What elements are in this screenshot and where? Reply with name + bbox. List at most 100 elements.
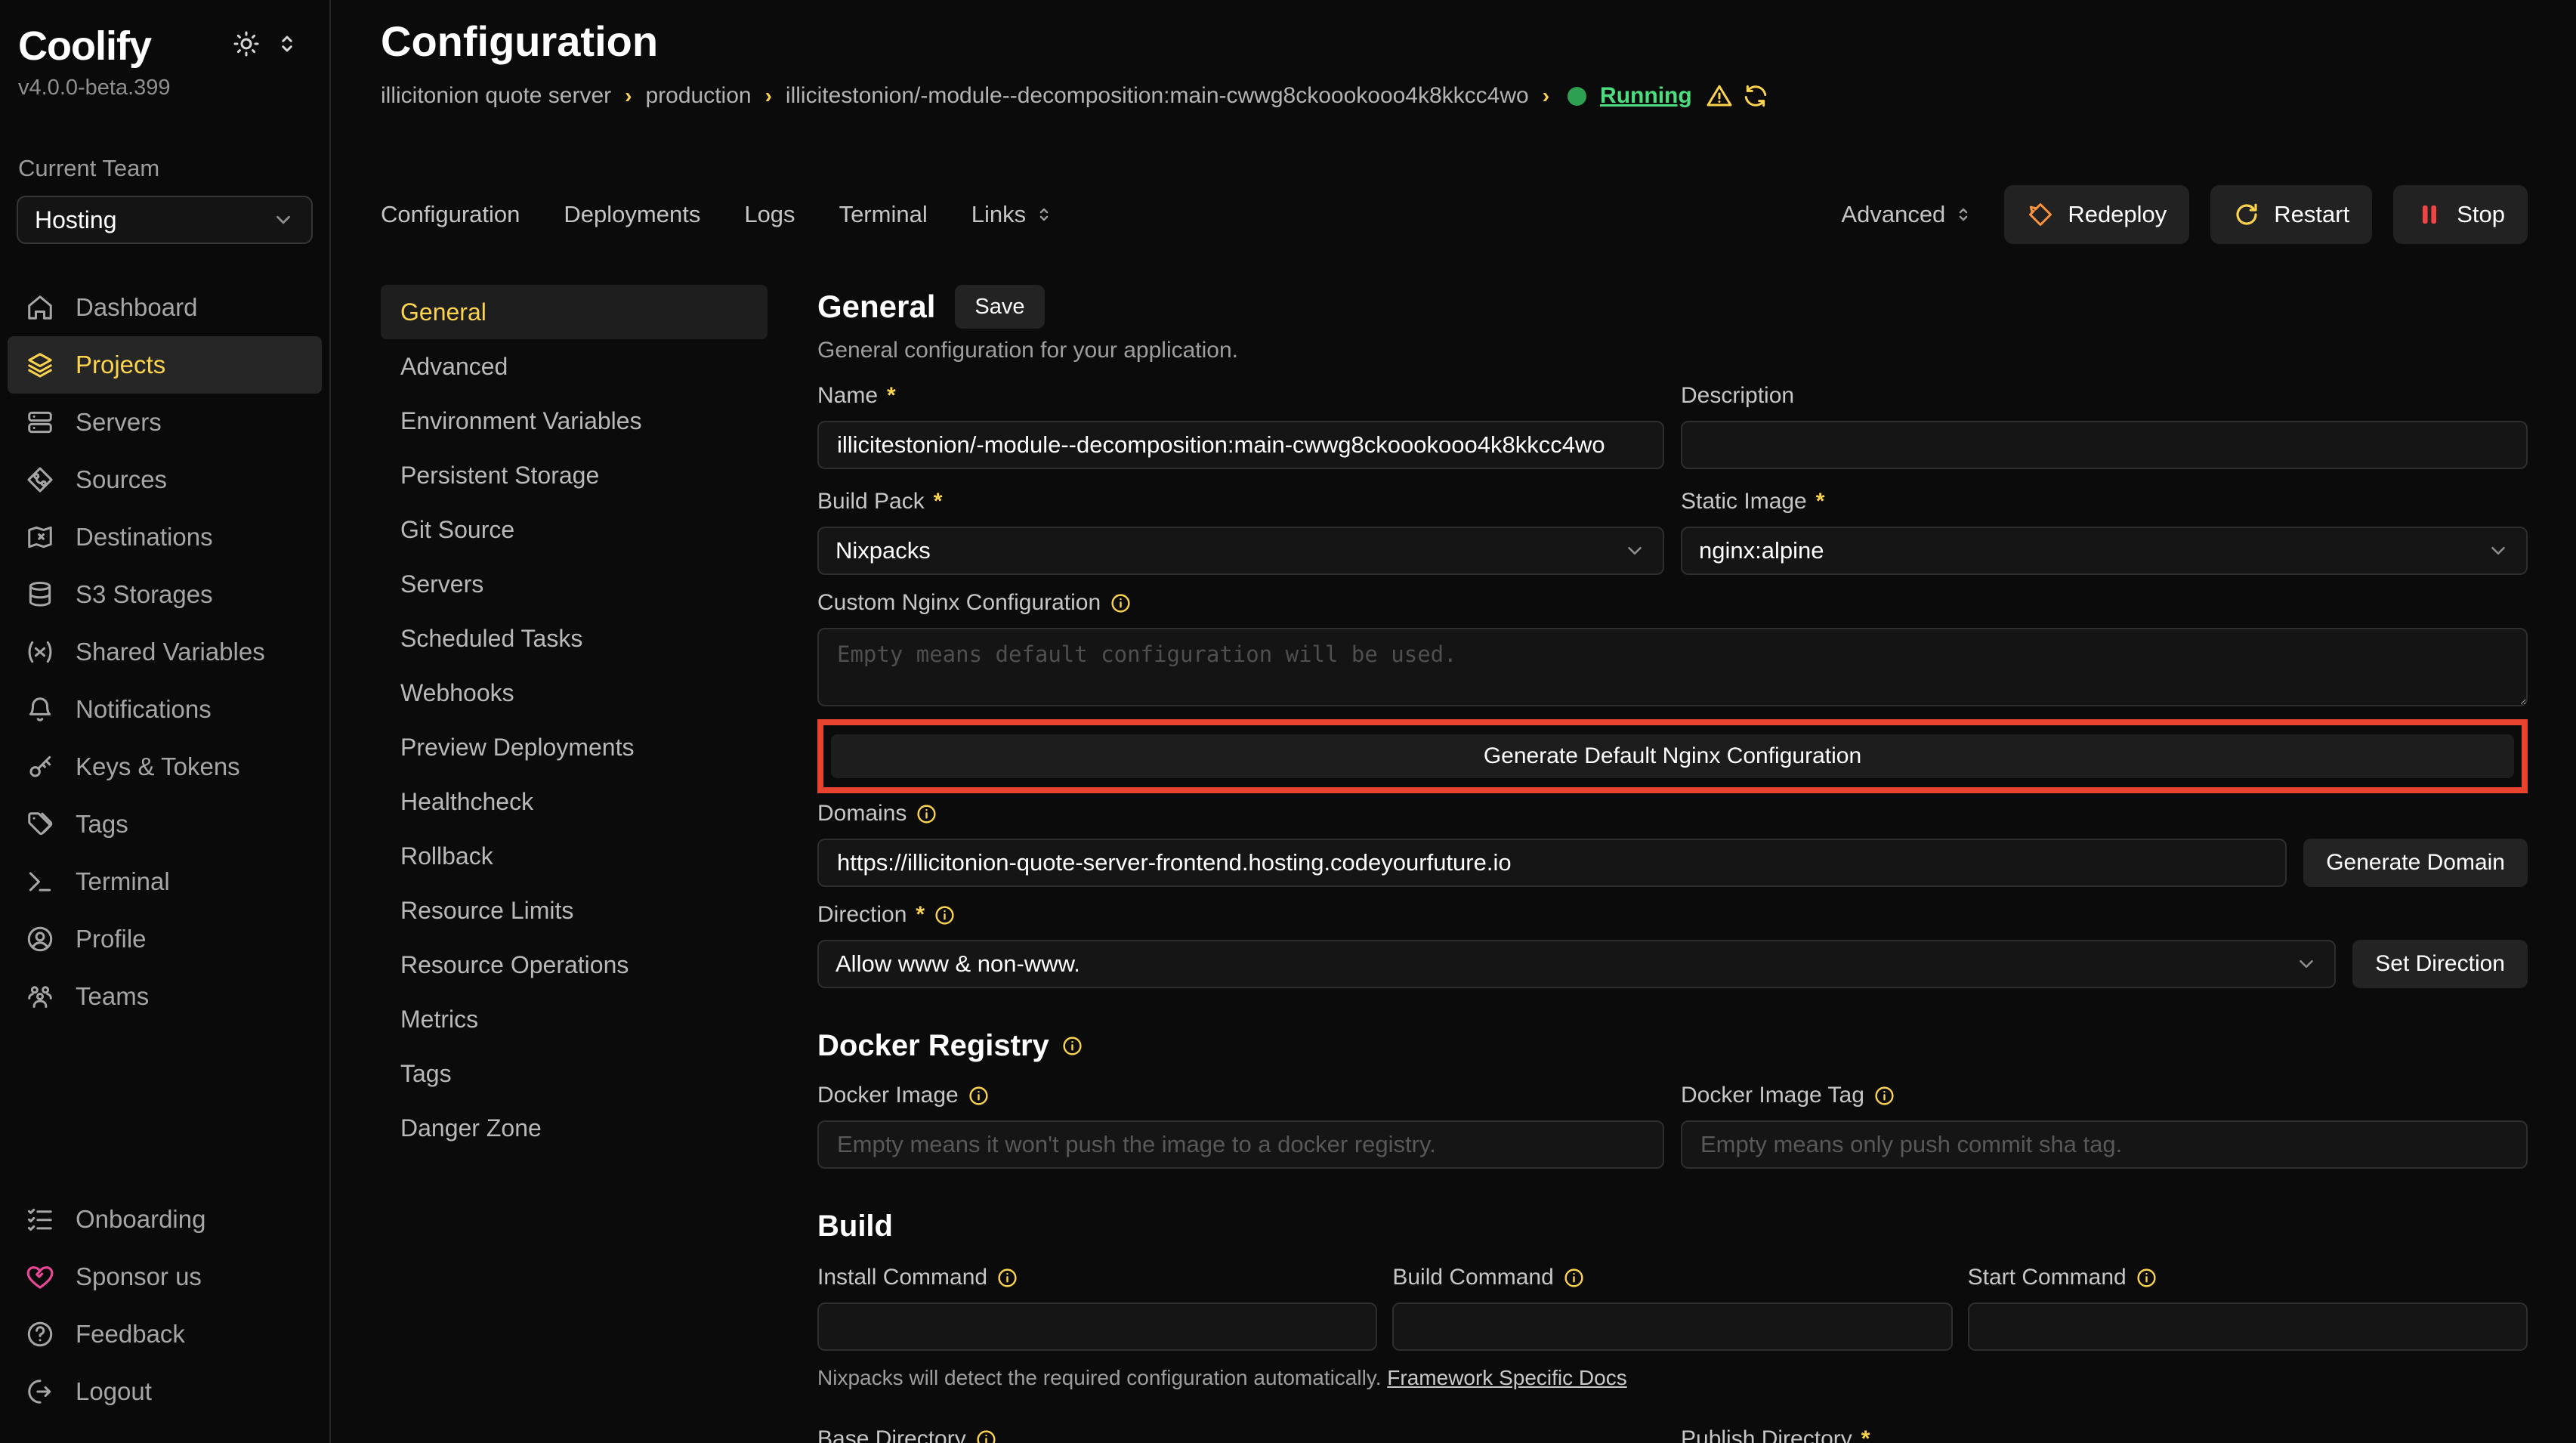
direction-select[interactable]: Allow www & non-www. (817, 940, 2336, 988)
subnav-webhooks[interactable]: Webhooks (381, 666, 768, 720)
subnav-advanced[interactable]: Advanced (381, 339, 768, 394)
sidebar-item-label: Destinations (76, 523, 213, 552)
tab-logs[interactable]: Logs (744, 201, 795, 228)
sidebar-item-destinations[interactable]: Destinations (8, 508, 322, 566)
info-icon[interactable] (1110, 592, 1132, 614)
build-pack-select[interactable]: Nixpacks (817, 527, 1664, 575)
subnav-resource-operations[interactable]: Resource Operations (381, 938, 768, 992)
sidebar-item-s3-storages[interactable]: S3 Storages (8, 566, 322, 623)
info-icon[interactable] (1563, 1267, 1585, 1289)
tab-links[interactable]: Links (971, 201, 1055, 228)
sidebar-item-feedback[interactable]: Feedback (8, 1305, 322, 1363)
status-badge[interactable]: Running (1600, 83, 1692, 109)
sidebar-item-label: Feedback (76, 1320, 185, 1349)
required-mark: * (887, 383, 896, 409)
sidebar-item-label: S3 Storages (76, 580, 213, 609)
generate-nginx-button[interactable]: Generate Default Nginx Configuration (831, 734, 2514, 778)
install-command-input[interactable] (817, 1302, 1377, 1351)
sidebar-item-shared-variables[interactable]: Shared Variables (8, 623, 322, 681)
save-button[interactable]: Save (955, 285, 1044, 329)
build-command-input[interactable] (1392, 1302, 1952, 1351)
domains-input[interactable] (817, 839, 2287, 887)
subnav-tags[interactable]: Tags (381, 1046, 768, 1101)
sidebar-item-dashboard[interactable]: Dashboard (8, 279, 322, 336)
advanced-dropdown[interactable]: Advanced (1841, 201, 1974, 228)
publish-directory-label: Publish Directory (1681, 1426, 1852, 1443)
info-icon[interactable] (1873, 1085, 1895, 1107)
info-icon[interactable] (975, 1429, 997, 1443)
subnav-scheduled-tasks[interactable]: Scheduled Tasks (381, 611, 768, 666)
sidebar-item-projects[interactable]: Projects (8, 336, 322, 394)
required-mark: * (934, 489, 943, 514)
stop-button[interactable]: Stop (2393, 185, 2528, 244)
sidebar-item-label: Tags (76, 810, 128, 839)
breadcrumb-project[interactable]: illicitonion quote server (381, 83, 611, 109)
name-label: Name (817, 383, 878, 409)
status-dot (1568, 87, 1586, 106)
tab-configuration[interactable]: Configuration (381, 201, 520, 228)
base-directory-label: Base Directory (817, 1426, 966, 1443)
subnav-preview-deployments[interactable]: Preview Deployments (381, 720, 768, 774)
sidebar-item-servers[interactable]: Servers (8, 394, 322, 451)
sidebar-item-logout[interactable]: Logout (8, 1363, 322, 1420)
sidebar-item-sponsor-us[interactable]: Sponsor us (8, 1248, 322, 1305)
info-icon[interactable] (916, 803, 937, 825)
home-icon (26, 293, 54, 322)
sidebar-item-teams[interactable]: Teams (8, 968, 322, 1025)
sidebar-item-profile[interactable]: Profile (8, 910, 322, 968)
subnav-persistent-storage[interactable]: Persistent Storage (381, 448, 768, 502)
subnav-git-source[interactable]: Git Source (381, 502, 768, 557)
warning-icon[interactable] (1706, 82, 1733, 110)
team-select[interactable]: Hosting (17, 196, 313, 244)
restart-button[interactable]: Restart (2210, 185, 2372, 244)
framework-docs-link[interactable]: Framework Specific Docs (1387, 1366, 1626, 1389)
static-image-select[interactable]: nginx:alpine (1681, 527, 2528, 575)
subnav-environment-variables[interactable]: Environment Variables (381, 394, 768, 448)
required-mark: * (916, 902, 925, 928)
start-command-input[interactable] (1968, 1302, 2528, 1351)
required-mark: * (1861, 1426, 1870, 1443)
generate-domain-button[interactable]: Generate Domain (2303, 839, 2528, 887)
app-logo[interactable]: Coolify (18, 23, 151, 70)
info-icon[interactable] (968, 1085, 990, 1107)
custom-nginx-textarea[interactable] (817, 628, 2528, 706)
subnav-healthcheck[interactable]: Healthcheck (381, 774, 768, 829)
section-title-docker-registry: Docker Registry (817, 1029, 1049, 1063)
subnav-rollback[interactable]: Rollback (381, 829, 768, 883)
docker-image-tag-input[interactable] (1681, 1120, 2528, 1169)
name-input[interactable] (817, 421, 1664, 469)
description-input[interactable] (1681, 421, 2528, 469)
static-image-label: Static Image (1681, 489, 1807, 514)
info-icon[interactable] (934, 904, 956, 926)
tab-terminal[interactable]: Terminal (839, 201, 928, 228)
sidebar-item-tags[interactable]: Tags (8, 796, 322, 853)
sidebar-item-onboarding[interactable]: Onboarding (8, 1191, 322, 1248)
sidebar-item-sources[interactable]: Sources (8, 451, 322, 508)
info-icon[interactable] (2136, 1267, 2157, 1289)
info-icon[interactable] (996, 1267, 1018, 1289)
sidebar-item-notifications[interactable]: Notifications (8, 681, 322, 738)
sidebar-item-terminal[interactable]: Terminal (8, 853, 322, 910)
redeploy-button[interactable]: Redeploy (2004, 185, 2189, 244)
required-mark: * (1816, 489, 1825, 514)
set-direction-button[interactable]: Set Direction (2352, 940, 2528, 988)
sidebar-collapse-chevrons-icon[interactable] (273, 30, 301, 57)
subnav-general[interactable]: General (381, 285, 768, 339)
sidebar-item-keys-tokens[interactable]: Keys & Tokens (8, 738, 322, 796)
info-icon[interactable] (1061, 1035, 1083, 1057)
refresh-icon[interactable] (1742, 82, 1769, 110)
database-icon (26, 580, 54, 609)
config-subnav: General Advanced Environment Variables P… (381, 285, 768, 1443)
checklist-icon (26, 1205, 54, 1234)
breadcrumb: illicitonion quote server › production ›… (381, 82, 2528, 110)
breadcrumb-application[interactable]: illicitestonion/-module--decomposition:m… (786, 83, 1529, 109)
subnav-metrics[interactable]: Metrics (381, 992, 768, 1046)
docker-image-input[interactable] (817, 1120, 1664, 1169)
subnav-servers[interactable]: Servers (381, 557, 768, 611)
subnav-danger-zone[interactable]: Danger Zone (381, 1101, 768, 1155)
theme-toggle-sun-icon[interactable] (233, 30, 260, 57)
tab-deployments[interactable]: Deployments (564, 201, 700, 228)
subnav-resource-limits[interactable]: Resource Limits (381, 883, 768, 938)
breadcrumb-environment[interactable]: production (645, 83, 751, 109)
redeploy-icon (2027, 201, 2054, 228)
